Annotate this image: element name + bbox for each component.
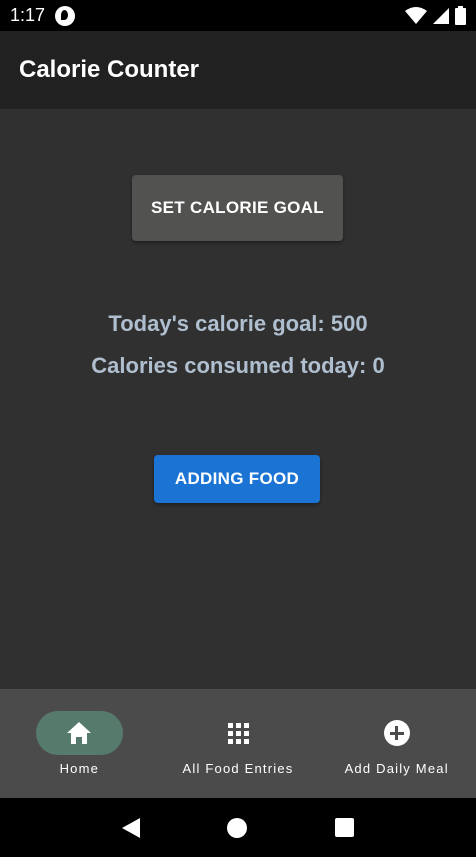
grid-icon xyxy=(227,722,249,744)
calories-consumed-text: Calories consumed today: 0 xyxy=(91,353,385,378)
app-toolbar: Calorie Counter xyxy=(0,31,476,109)
status-bar: 1:17 xyxy=(0,0,476,31)
main-content: SET CALORIE GOAL Today's calorie goal: 5… xyxy=(0,109,476,689)
set-calorie-goal-button[interactable]: SET CALORIE GOAL xyxy=(132,175,343,241)
home-icon xyxy=(67,722,92,744)
nav-item-all-food-entries[interactable]: All Food Entries xyxy=(159,689,318,798)
nav-item-add-daily-meal[interactable]: Add Daily Meal xyxy=(317,689,476,798)
nav-label-home: Home xyxy=(59,761,100,776)
status-right xyxy=(405,6,466,25)
nav-active-indicator xyxy=(35,711,123,755)
app-notification-icon xyxy=(55,5,76,26)
nav-icon-container xyxy=(195,711,282,755)
nav-label-all-food-entries: All Food Entries xyxy=(182,761,294,776)
bottom-navigation: Home All Food Entries Add Daily Meal xyxy=(0,689,476,798)
app-title: Calorie Counter xyxy=(19,56,200,83)
recents-icon[interactable] xyxy=(335,818,355,837)
nav-item-home[interactable]: Home xyxy=(0,689,159,798)
signal-icon xyxy=(433,7,449,24)
nav-icon-container xyxy=(353,711,440,755)
adding-food-button[interactable]: ADDING FOOD xyxy=(154,455,320,503)
status-left: 1:17 xyxy=(10,5,76,26)
system-navigation-bar xyxy=(0,798,476,857)
add-circle-icon xyxy=(383,720,410,746)
status-time: 1:17 xyxy=(10,5,46,25)
back-icon[interactable] xyxy=(121,817,140,838)
calorie-goal-text: Today's calorie goal: 500 xyxy=(108,311,368,336)
nav-label-add-daily-meal: Add Daily Meal xyxy=(344,761,449,776)
battery-icon xyxy=(455,6,466,25)
wifi-icon xyxy=(405,6,427,24)
home-circle-icon[interactable] xyxy=(227,817,248,838)
